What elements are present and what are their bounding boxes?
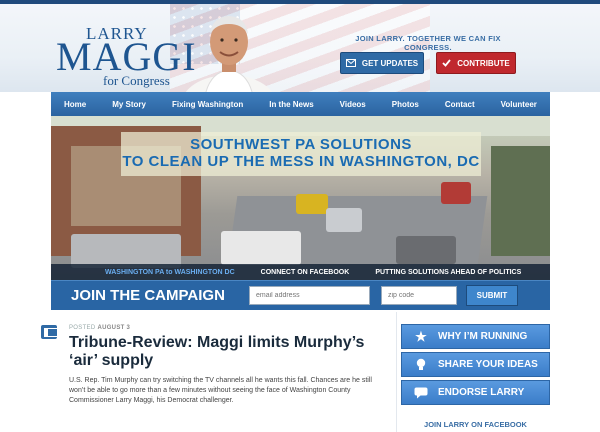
logo-maggi: MAGGI [56,34,197,79]
speech-bubble-icon [414,387,428,398]
post-date: POSTED AUGUST 3 [69,325,130,331]
hero-car [441,182,471,204]
hero-building-right [491,146,550,256]
hero-tab-washington[interactable]: WASHINGTON PA to WASHINGTON DC [105,269,235,276]
email-field[interactable] [249,286,370,305]
main-nav: Home My Story Fixing Washington In the N… [51,92,550,116]
lightbulb-icon [416,358,426,370]
nav-item-home[interactable]: Home [64,100,86,109]
nav-item-videos[interactable]: Videos [340,100,366,109]
hero-car [221,231,301,265]
posted-date: AUGUST 3 [97,325,131,331]
hero-tab-facebook[interactable]: CONNECT ON FACEBOOK [261,269,350,276]
hero-tab-strip: WASHINGTON PA to WASHINGTON DC CONNECT O… [51,264,550,280]
submit-button[interactable]: SUBMIT [466,285,518,306]
hero-car [296,194,328,214]
why-im-running-label: WHY I’M RUNNING [438,331,528,342]
nav-item-in-the-news[interactable]: In the News [269,100,313,109]
sidebar: ★ WHY I’M RUNNING SHARE YOUR IDEAS ENDOR… [401,324,550,429]
share-your-ideas-button[interactable]: SHARE YOUR IDEAS [401,352,550,377]
post-excerpt: U.S. Rep. Tim Murphy can try switching t… [69,377,372,404]
envelope-icon [345,59,356,67]
contribute-label: CONTRIBUTE [457,58,510,68]
endorse-larry-label: ENDORSE LARRY [438,387,525,398]
site-header: LARRY MAGGI for Congress JOIN LARRY. TOG… [0,4,600,92]
hero-headline-line1: SOUTHWEST PA SOLUTIONS [190,136,412,153]
header-tagline: JOIN LARRY. TOGETHER WE CAN FIX CONGRESS… [355,34,501,52]
hero-car [396,236,456,264]
contribute-button[interactable]: CONTRIBUTE [436,52,516,74]
content-divider [396,312,397,432]
zip-code-field[interactable] [381,286,457,305]
candidate-photo [185,16,273,92]
get-updates-label: GET UPDATES [361,58,419,68]
hero-slideshow[interactable]: SOUTHWEST PA SOLUTIONS TO CLEAN UP THE M… [51,116,550,280]
join-campaign-title: JOIN THE CAMPAIGN [71,287,225,304]
share-your-ideas-label: SHARE YOUR IDEAS [438,359,538,370]
hero-car [71,234,181,268]
star-icon: ★ [415,328,427,344]
get-updates-button[interactable]: GET UPDATES [340,52,424,74]
nav-item-fixing-washington[interactable]: Fixing Washington [172,100,243,109]
checkmark-icon [442,59,451,67]
hero-tab-solutions[interactable]: PUTTING SOLUTIONS AHEAD OF POLITICS [375,269,521,276]
join-campaign-bar: JOIN THE CAMPAIGN SUBMIT [51,280,550,310]
posted-prefix: POSTED [69,325,96,331]
hero-car [326,208,362,232]
hero-banner: SOUTHWEST PA SOLUTIONS TO CLEAN UP THE M… [121,132,481,176]
nav-item-volunteer[interactable]: Volunteer [501,100,537,109]
why-im-running-button[interactable]: ★ WHY I’M RUNNING [401,324,550,349]
post-headline[interactable]: Tribune-Review: Maggi limits Murphy’s ‘a… [69,334,389,370]
news-article-icon [41,325,59,339]
hero-headline-line2: TO CLEAN UP THE MESS IN WASHINGTON, DC [122,153,480,170]
nav-item-photos[interactable]: Photos [392,100,419,109]
logo-for-congress: for Congress [103,73,170,88]
nav-item-my-story[interactable]: My Story [112,100,146,109]
facebook-link[interactable]: JOIN LARRY ON FACEBOOK [401,420,550,429]
nav-item-contact[interactable]: Contact [445,100,475,109]
endorse-larry-button[interactable]: ENDORSE LARRY [401,380,550,405]
